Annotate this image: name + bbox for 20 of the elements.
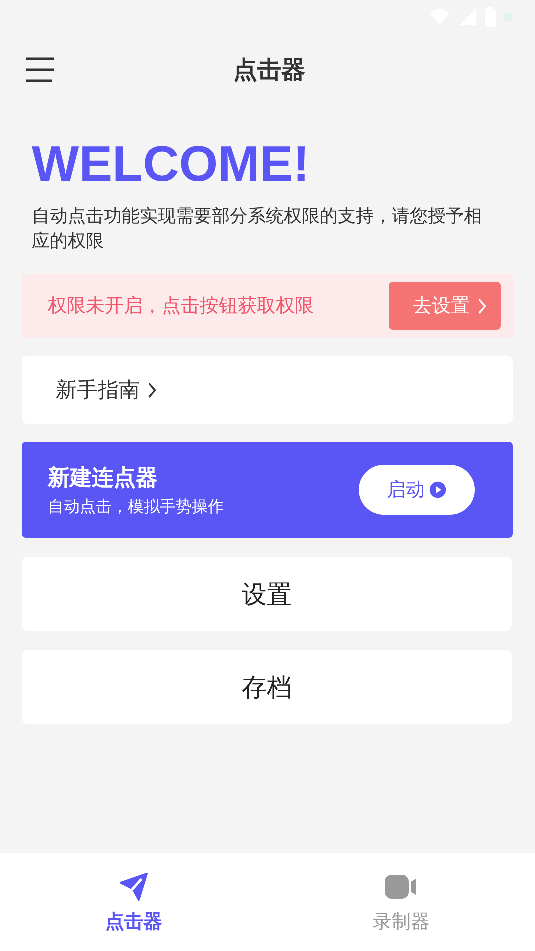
chevron-icon [148, 382, 157, 398]
menu-button[interactable] [24, 55, 56, 85]
video-camera-icon [384, 874, 418, 900]
paper-plane-icon [118, 871, 150, 903]
play-icon [429, 481, 447, 499]
nav-tab[interactable]: 点击器 [0, 853, 268, 951]
menu-card-button[interactable]: 设置 [22, 557, 512, 631]
menu-card-button[interactable]: 存档 [22, 650, 512, 724]
screen-title: 点击器 [232, 55, 306, 86]
description-text: 自动点击功能实现需要部分系统权限的支持，请您授予相应的权限 [32, 205, 483, 254]
welcome-heading: WELCOME! [32, 136, 311, 192]
settings-button[interactable]: 去设置 [389, 282, 501, 330]
card-title: 新建连点器 [48, 464, 159, 492]
chevron-icon [478, 298, 487, 314]
guide-link[interactable]: 新手指南 [56, 376, 157, 404]
nav-tab[interactable]: 录制器 [268, 853, 535, 951]
start-button[interactable]: 启动 [359, 465, 475, 515]
card-subtitle: 自动点击，模拟手势操作 [48, 496, 224, 518]
warning-text: 权限未开启，点击按钮获取权限 [48, 294, 314, 319]
new-clicker-card[interactable]: 新建连点器 自动点击，模拟手势操作 启动 [22, 442, 513, 538]
